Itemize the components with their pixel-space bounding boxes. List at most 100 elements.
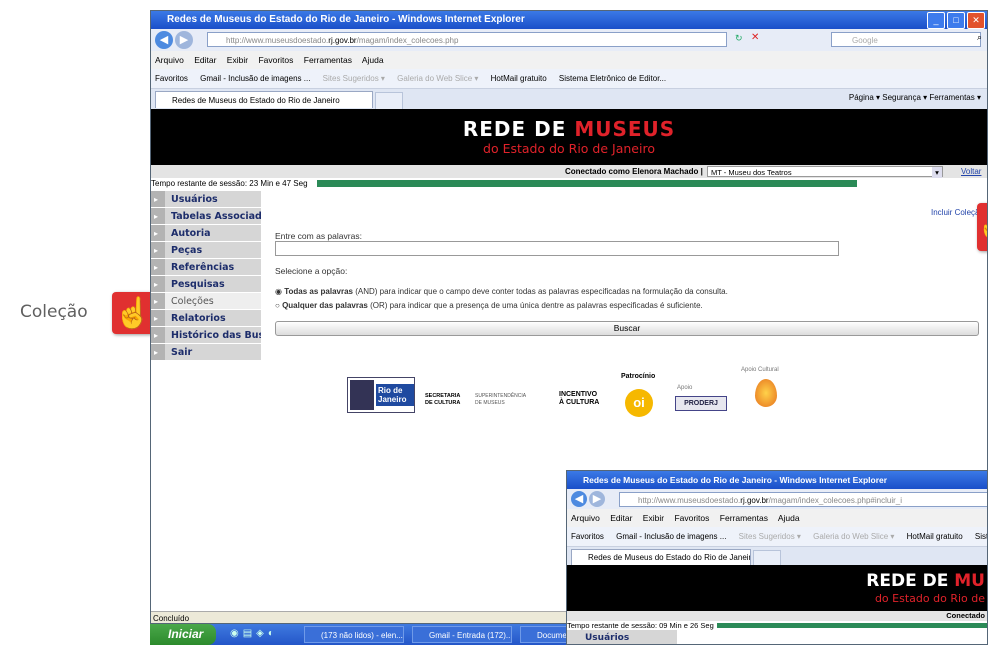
sidebar-item-pesquisas[interactable]: Pesquisas: [151, 276, 261, 293]
session-progress-bar: [317, 180, 857, 187]
incentivo-logo: INCENTIVO À CULTURA: [559, 391, 600, 406]
patrocinio-label: Patrocínio: [621, 373, 656, 380]
inset-menu-exibir[interactable]: Exibir: [643, 513, 664, 523]
fav-sites[interactable]: Sites Sugeridos ▾: [323, 74, 385, 83]
option-and[interactable]: ◉ Todas as palavras (AND) para indicar q…: [275, 287, 728, 296]
inset-menu-editar[interactable]: Editar: [610, 513, 632, 523]
inset-sidebar-item-usuarios[interactable]: Usuários: [567, 630, 677, 644]
command-bar[interactable]: Página ▾ Segurança ▾ Ferramentas ▾: [849, 93, 981, 102]
inset-browser-window: Redes de Museus do Estado do Rio de Jane…: [566, 470, 988, 645]
inset-tab-active[interactable]: Redes de Museus do Estado do Rio de Jane…: [571, 549, 751, 565]
inset-banner-title-white: REDE DE: [866, 571, 955, 591]
inset-back-icon[interactable]: ◀: [571, 491, 587, 507]
menu-bar: Arquivo Editar Exibir Favoritos Ferramen…: [151, 51, 987, 69]
radio-or[interactable]: ○: [275, 301, 282, 310]
annotation-label: Coleção: [20, 302, 88, 322]
rio-logo-text: Rio de Janeiro: [376, 384, 414, 406]
url-prefix: http://www.museusdoestado.: [226, 36, 329, 45]
url-domain: rj.gov.br: [328, 36, 357, 45]
site-banner: REDE DE MUSEUS do Estado do Rio de Janei…: [151, 109, 987, 165]
session-timer: Tempo restante de sessão: 23 Min e 47 Se…: [151, 179, 308, 188]
sidebar-item-autoria[interactable]: Autoria: [151, 225, 261, 242]
inset-menu-ajuda[interactable]: Ajuda: [778, 513, 800, 523]
task-mail[interactable]: (173 não lidos) - elen...: [304, 626, 404, 643]
option-label: Selecione a opção:: [275, 266, 348, 276]
address-bar[interactable]: http://www.museusdoestado.rj.gov.br/maga…: [207, 32, 727, 47]
inset-fav-sites[interactable]: Sites Sugeridos ▾: [739, 532, 801, 541]
search-input[interactable]: Google: [831, 32, 981, 47]
sidebar-item-tabelas[interactable]: Tabelas Associadas: [151, 208, 261, 225]
pointer-hand-icon: ☝: [112, 292, 154, 334]
sidebar-item-referencias[interactable]: Referências: [151, 259, 261, 276]
inset-forward-icon[interactable]: ▶: [589, 491, 605, 507]
stop-icon[interactable]: ✕: [751, 32, 759, 43]
favorites-button[interactable]: Favoritos: [155, 74, 188, 83]
minimize-icon[interactable]: _: [927, 12, 945, 29]
inset-favorites-button[interactable]: Favoritos: [571, 532, 604, 541]
sidebar-item-pecas[interactable]: Peças: [151, 242, 261, 259]
inset-window-title: Redes de Museus do Estado do Rio de Jane…: [567, 471, 987, 489]
back-icon[interactable]: ◀: [155, 31, 173, 49]
menu-favoritos[interactable]: Favoritos: [258, 55, 293, 65]
fav-sistema[interactable]: Sistema Eletrônico de Editor...: [559, 74, 666, 83]
forward-icon[interactable]: ▶: [175, 31, 193, 49]
menu-ferramentas[interactable]: Ferramentas: [304, 55, 352, 65]
menu-editar[interactable]: Editar: [194, 55, 216, 65]
sidebar-item-sair[interactable]: Sair: [151, 344, 261, 361]
back-link[interactable]: Voltar: [961, 165, 981, 178]
task-gmail[interactable]: Gmail - Entrada (172)...: [412, 626, 512, 643]
words-input[interactable]: [275, 241, 839, 256]
new-tab-button[interactable]: [375, 92, 403, 110]
museum-select[interactable]: MT - Museu dos Teatros: [707, 166, 943, 178]
secretaria-logo: SECRETARIA DE CULTURA: [425, 393, 461, 406]
search-button[interactable]: Buscar: [275, 321, 979, 336]
option-or-title: Qualquer das palavras: [282, 301, 368, 310]
maximize-icon[interactable]: □: [947, 12, 965, 29]
radio-and[interactable]: ◉: [275, 287, 284, 296]
inset-banner-subtitle: do Estado do Rio de: [874, 592, 985, 605]
sidebar-item-relatorios[interactable]: Relatorios: [151, 310, 261, 327]
inset-menu-bar: Arquivo Editar Exibir Favoritos Ferramen…: [567, 509, 987, 527]
option-and-desc: (AND) para indicar que o campo deve cont…: [352, 287, 728, 296]
inset-connected: Conectado: [567, 611, 987, 621]
option-or[interactable]: ○ Qualquer das palavras (OR) para indica…: [275, 301, 703, 310]
fav-gmail[interactable]: Gmail - Inclusão de imagens ...: [200, 74, 310, 83]
inset-menu-favoritos[interactable]: Favoritos: [674, 513, 709, 523]
url-suffix: /magam/index_colecoes.php: [356, 36, 459, 45]
address-row: ◀ ▶ http://www.museusdoestado.rj.gov.br/…: [151, 29, 987, 52]
quick-launch-icons[interactable]: ◉▤◈◐: [230, 628, 278, 639]
refresh-icon[interactable]: ↻: [735, 33, 743, 44]
fav-hotmail[interactable]: HotMail gratuito: [491, 74, 547, 83]
coat-of-arms-icon: [350, 380, 374, 410]
option-and-title: Todas as palavras: [284, 287, 353, 296]
include-collection-link[interactable]: Incluir Coleção: [931, 208, 984, 217]
inset-menu-arquivo[interactable]: Arquivo: [571, 513, 600, 523]
search-icon[interactable]: ⌕: [977, 32, 982, 43]
sidebar-menu: Usuários Tabelas Associadas Autoria Peça…: [151, 191, 261, 361]
inset-fav-hotmail[interactable]: HotMail gratuito: [907, 532, 963, 541]
fav-galeria[interactable]: Galeria do Web Slice ▾: [397, 74, 478, 83]
inset-address-bar[interactable]: http://www.museusdoestado.rj.gov.br/maga…: [619, 492, 987, 507]
sidebar-item-usuarios[interactable]: Usuários: [151, 191, 261, 208]
inset-fav-gmail[interactable]: Gmail - Inclusão de imagens ...: [616, 532, 726, 541]
inset-address-row: ◀ ▶ http://www.museusdoestado.rj.gov.br/…: [567, 489, 987, 510]
words-label: Entre com as palavras:: [275, 231, 362, 241]
favorites-bar: Favoritos Gmail - Inclusão de imagens ..…: [151, 69, 987, 89]
menu-arquivo[interactable]: Arquivo: [155, 55, 184, 65]
menu-exibir[interactable]: Exibir: [227, 55, 248, 65]
inset-menu-ferramentas[interactable]: Ferramentas: [720, 513, 768, 523]
close-icon[interactable]: ✕: [967, 12, 985, 29]
start-button[interactable]: Iniciar: [150, 624, 216, 645]
connected-user: Conectado como Elenora Machado |: [565, 167, 703, 176]
sidebar-item-historico[interactable]: Histórico das Buscas: [151, 327, 261, 344]
sidebar-item-colecoes[interactable]: Coleções: [151, 293, 261, 310]
inset-fav-sistema[interactable]: Siste: [975, 532, 987, 541]
inset-fav-galeria[interactable]: Galeria do Web Slice ▾: [813, 532, 894, 541]
apoio-label: Apoio: [677, 385, 693, 391]
menu-ajuda[interactable]: Ajuda: [362, 55, 384, 65]
proderj-logo: PRODERJ: [675, 396, 727, 411]
tab-active[interactable]: Redes de Museus do Estado do Rio de Jane…: [155, 91, 373, 108]
banner-title-white: REDE DE: [462, 117, 575, 141]
inset-banner: REDE DE MU do Estado do Rio de: [567, 565, 987, 611]
option-or-desc: (OR) para indicar que a presença de uma …: [367, 301, 703, 310]
